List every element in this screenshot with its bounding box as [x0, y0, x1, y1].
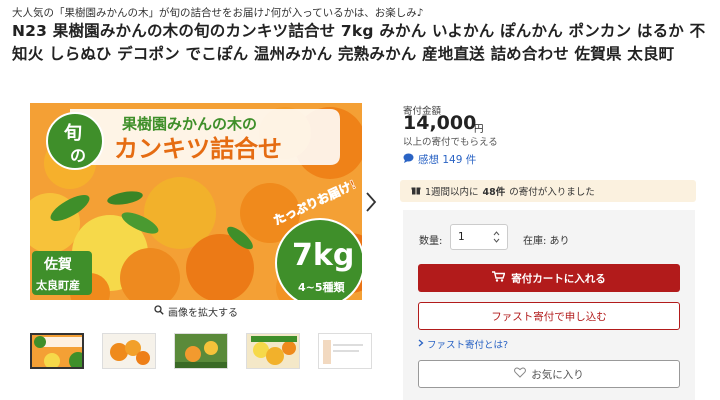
stock-status: 在庫: あり	[523, 236, 570, 247]
donation-price: 14,000	[403, 112, 477, 134]
gift-icon	[411, 185, 421, 198]
thumbnail-2[interactable]	[102, 333, 156, 369]
notice-suffix: の寄付が入りました	[509, 187, 595, 198]
badge-bottom-text: の	[70, 146, 86, 165]
thumbnail-strip	[30, 333, 372, 371]
fast-donation-info-label: ファスト寄付とは?	[427, 340, 509, 351]
next-image-arrow[interactable]	[364, 190, 378, 214]
cart-icon	[492, 271, 506, 285]
cart-panel: 数量: 1 在庫: あり 寄付カートに入れる ファスト寄付で申し込む ファスト寄…	[403, 210, 695, 400]
notice-prefix: 1週間以内に	[425, 187, 479, 198]
thumbnail-3[interactable]	[174, 333, 228, 369]
magnifier-icon	[154, 304, 164, 318]
variety-count-text: 4~5種類	[298, 280, 346, 294]
reviews-link[interactable]: 感想 149 件	[403, 152, 476, 167]
quantity-label: 数量:	[419, 236, 443, 247]
fast-donation-label: ファスト寄付で申し込む	[491, 310, 607, 323]
speech-bubble-icon	[403, 153, 414, 166]
thumbnail-5[interactable]	[318, 333, 372, 369]
price-unit: 円	[474, 124, 484, 135]
banner-top-text: 果樹園みかんの木の	[121, 115, 257, 133]
thumbnail-1[interactable]	[30, 333, 84, 369]
quantity-value: 1	[458, 231, 465, 243]
heart-icon	[514, 367, 527, 381]
thumbnail-4[interactable]	[246, 333, 300, 369]
zoom-label: 画像を拡大する	[168, 307, 238, 319]
add-to-cart-label: 寄付カートに入れる	[511, 272, 606, 285]
tagline: 大人気の「果樹園みかんの木」が旬の詰合せをお届け♪何が入っているかは、お楽しみ♪	[12, 7, 424, 19]
fast-donation-button[interactable]: ファスト寄付で申し込む	[418, 302, 680, 330]
stepper-icon	[493, 230, 500, 247]
zoom-image-link[interactable]: 画像を拡大する	[30, 303, 362, 319]
favorite-label: お気に入り	[531, 368, 584, 381]
favorite-button[interactable]: お気に入り	[418, 360, 680, 388]
chevron-right-icon	[366, 192, 377, 212]
recent-donations-notice: 1週間以内に 48件 の寄付が入りました	[400, 180, 696, 202]
reviews-count: 感想 149 件	[418, 154, 477, 166]
product-title: N23 果樹園みかんの木の旬のカンキツ詰合せ 7kg みかん いよかん ぽんかん…	[12, 22, 706, 63]
chevron-right-small-icon	[418, 339, 424, 350]
badge-top-text: 旬	[63, 122, 82, 144]
weight-text: 7kg	[292, 238, 354, 273]
origin-line1: 佐賀	[43, 256, 72, 273]
quantity-select[interactable]: 1	[450, 224, 508, 250]
citrus-photo: 果樹園みかんの木の カンキツ詰合せ 旬 の 7kg 4~5種類 たっぷりお届け!…	[30, 103, 362, 300]
main-product-image[interactable]: 果樹園みかんの木の カンキツ詰合せ 旬 の 7kg 4~5種類 たっぷりお届け!…	[30, 103, 362, 300]
fast-donation-info-link[interactable]: ファスト寄付とは?	[418, 337, 508, 351]
banner-main-text: カンキツ詰合せ	[114, 135, 282, 163]
price-note: 以上の寄付でもらえる	[403, 137, 498, 148]
add-to-cart-button[interactable]: 寄付カートに入れる	[418, 264, 680, 292]
origin-line2: 太良町産	[35, 278, 80, 292]
notice-count: 48件	[482, 187, 506, 198]
